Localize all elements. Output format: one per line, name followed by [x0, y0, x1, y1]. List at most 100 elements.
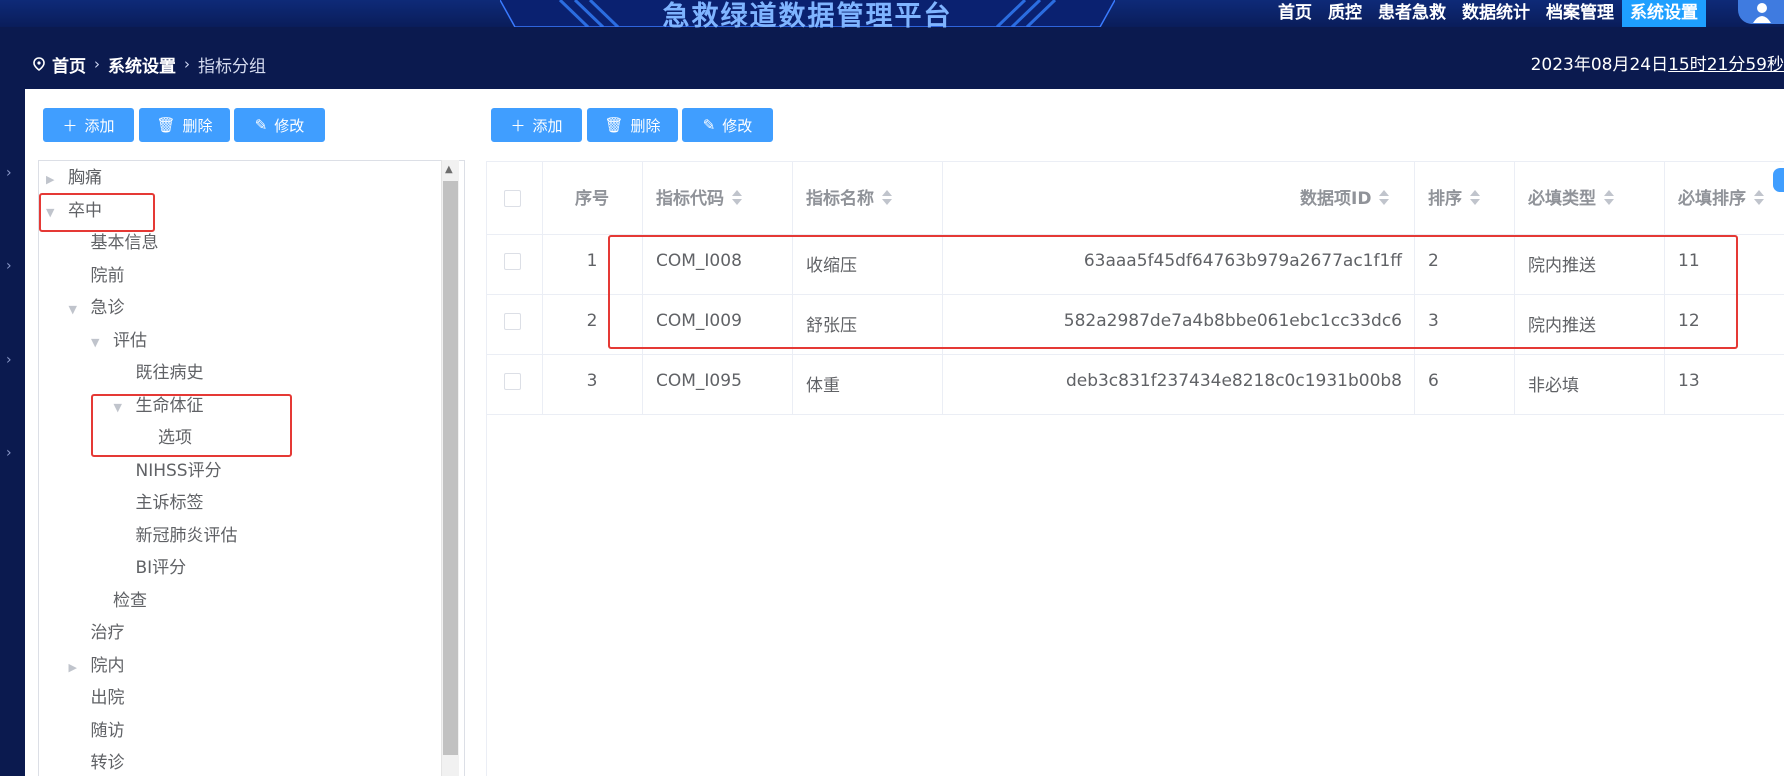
top-header: 急救绿道数据管理平台 首页 质控 患者急救 数据统计 档案管理 系统设置 [0, 0, 1784, 32]
table-delete-button[interactable]: 🗑 删除 [587, 108, 678, 142]
scroll-up-icon[interactable]: ▲ [445, 164, 453, 175]
tree-edit-button[interactable]: ✎ 修改 [234, 108, 325, 142]
tree-add-button[interactable]: ＋ 添加 [43, 108, 134, 142]
table-border [486, 414, 1784, 415]
floating-tool-badge[interactable] [1773, 168, 1784, 192]
sort-icon[interactable] [731, 190, 742, 206]
header-data-id-label: 数据项ID [1300, 189, 1372, 209]
table-border [486, 354, 1784, 355]
tree-node[interactable]: 转诊 [69, 749, 125, 776]
sort-icon[interactable] [881, 190, 892, 206]
tree-node[interactable]: ▼ 评估 [91, 327, 147, 355]
left-rail: › › › › [0, 40, 25, 776]
breadcrumb-section[interactable]: 系统设置 [108, 52, 176, 77]
row-checkbox[interactable] [504, 313, 521, 330]
header-required-sort[interactable]: 必填排序 [1678, 184, 1764, 209]
header-name-label: 指标名称 [806, 189, 874, 209]
tree-node[interactable]: 主诉标签 [114, 489, 204, 517]
tree-node-label: 院前 [90, 265, 125, 286]
header-required-type[interactable]: 必填类型 [1528, 184, 1614, 209]
caret-right-icon[interactable]: ▶ [69, 654, 91, 682]
chevron-right-icon[interactable]: › [6, 165, 12, 181]
chevron-right-icon[interactable]: › [6, 445, 12, 461]
tree-node[interactable]: 新冠肺炎评估 [114, 522, 238, 550]
table-add-button[interactable]: ＋ 添加 [491, 108, 582, 142]
sort-icon[interactable] [1378, 190, 1390, 206]
chevron-right-icon[interactable]: › [6, 352, 12, 368]
breadcrumb-current: 指标分组 [198, 56, 266, 77]
tree-node-label: 胸痛 [68, 168, 102, 188]
sort-icon[interactable] [1469, 190, 1480, 206]
tree-node-label: NIHSS评分 [135, 460, 222, 481]
tree-delete-button[interactable]: 🗑 删除 [139, 108, 230, 142]
breadcrumb-home[interactable]: 首页 [52, 52, 86, 77]
tree-node-label: 转诊 [90, 753, 125, 773]
caret-right-icon[interactable]: ▶ [46, 166, 68, 194]
annotation-box [39, 193, 155, 232]
time-text: 15时21分59秒 [1668, 55, 1784, 75]
cell-index: 3 [586, 371, 598, 391]
tree-node[interactable]: 治疗 [69, 619, 125, 647]
button-label: 修改 [722, 116, 753, 135]
sort-icon[interactable] [1603, 190, 1614, 206]
tree-node[interactable]: ▶ 院内 [69, 652, 125, 680]
row-checkbox[interactable] [504, 373, 521, 390]
chevron-right-icon: › [184, 55, 190, 73]
header-name[interactable]: 指标名称 [806, 184, 892, 209]
avatar[interactable] [1738, 0, 1784, 24]
caret-down-icon[interactable]: ▼ [69, 296, 91, 324]
nav-home[interactable]: 首页 [1270, 0, 1320, 27]
nav-statistics[interactable]: 数据统计 [1454, 0, 1538, 27]
tree-node-label: 出院 [90, 688, 125, 708]
cell-sort: 6 [1428, 371, 1439, 391]
cell-code: COM_I095 [656, 371, 742, 391]
annotation-box [91, 394, 292, 457]
nav-quality-control[interactable]: 质控 [1320, 0, 1370, 27]
top-nav: 首页 质控 患者急救 数据统计 档案管理 系统设置 [1270, 0, 1706, 27]
button-label: 添加 [84, 116, 115, 135]
header-required-sort-label: 必填排序 [1678, 189, 1746, 209]
datetime: 2023年08月24日15时21分59秒 [1531, 50, 1784, 75]
button-label: 删除 [182, 116, 213, 135]
nav-patient-emergency[interactable]: 患者急救 [1370, 0, 1454, 27]
nav-system-settings[interactable]: 系统设置 [1622, 0, 1706, 27]
table-edit-button[interactable]: ✎ 修改 [682, 108, 773, 142]
tree-node[interactable]: ▼ 急诊 [69, 294, 125, 322]
tree-node[interactable]: ▶ 胸痛 [46, 164, 102, 192]
row-checkbox[interactable] [504, 253, 521, 270]
tree-node-label: 新冠肺炎评估 [135, 525, 238, 546]
tree-node[interactable]: BI评分 [114, 554, 187, 582]
tree-scrollbar-thumb[interactable] [443, 181, 458, 755]
trash-icon: 🗑 [604, 116, 624, 134]
title-frame: 急救绿道数据管理平台 [500, 0, 1115, 32]
header-required-type-label: 必填类型 [1528, 189, 1596, 209]
tree-node[interactable]: 基本信息 [69, 229, 159, 257]
header-code[interactable]: 指标代码 [656, 184, 742, 209]
caret-down-icon[interactable]: ▼ [91, 329, 113, 357]
tree-node-label: 随访 [90, 720, 125, 741]
cell-data-id: deb3c831f237434e8218c0c1931b00b8 [1065, 371, 1402, 391]
table-border [486, 161, 1784, 162]
annotation-box [608, 235, 1738, 349]
plus-icon: ＋ [510, 116, 526, 135]
header-sort[interactable]: 排序 [1428, 184, 1480, 209]
tree-node[interactable]: 随访 [69, 717, 125, 745]
nav-archive[interactable]: 档案管理 [1538, 0, 1622, 27]
chevron-right-icon[interactable]: › [6, 258, 12, 274]
tree-node-label: 既往病史 [135, 363, 204, 383]
tree-node[interactable]: 检查 [91, 587, 147, 615]
user-icon [1753, 3, 1771, 23]
sort-icon[interactable] [1753, 190, 1764, 206]
tree-node[interactable]: 出院 [69, 684, 125, 712]
chevron-right-icon: › [94, 55, 100, 73]
edit-icon: ✎ [702, 116, 716, 134]
tree-node[interactable]: 既往病史 [114, 359, 204, 387]
tree-node[interactable]: NIHSS评分 [114, 457, 222, 485]
tree-node-label: 治疗 [90, 623, 125, 643]
header-data-id[interactable]: 数据项ID [1300, 184, 1390, 209]
app-title: 急救绿道数据管理平台 [662, 1, 953, 32]
cell-required-sort: 13 [1678, 371, 1700, 391]
select-all-checkbox[interactable] [504, 190, 521, 207]
tree-node-label: 急诊 [90, 298, 125, 318]
tree-node[interactable]: 院前 [69, 262, 125, 290]
